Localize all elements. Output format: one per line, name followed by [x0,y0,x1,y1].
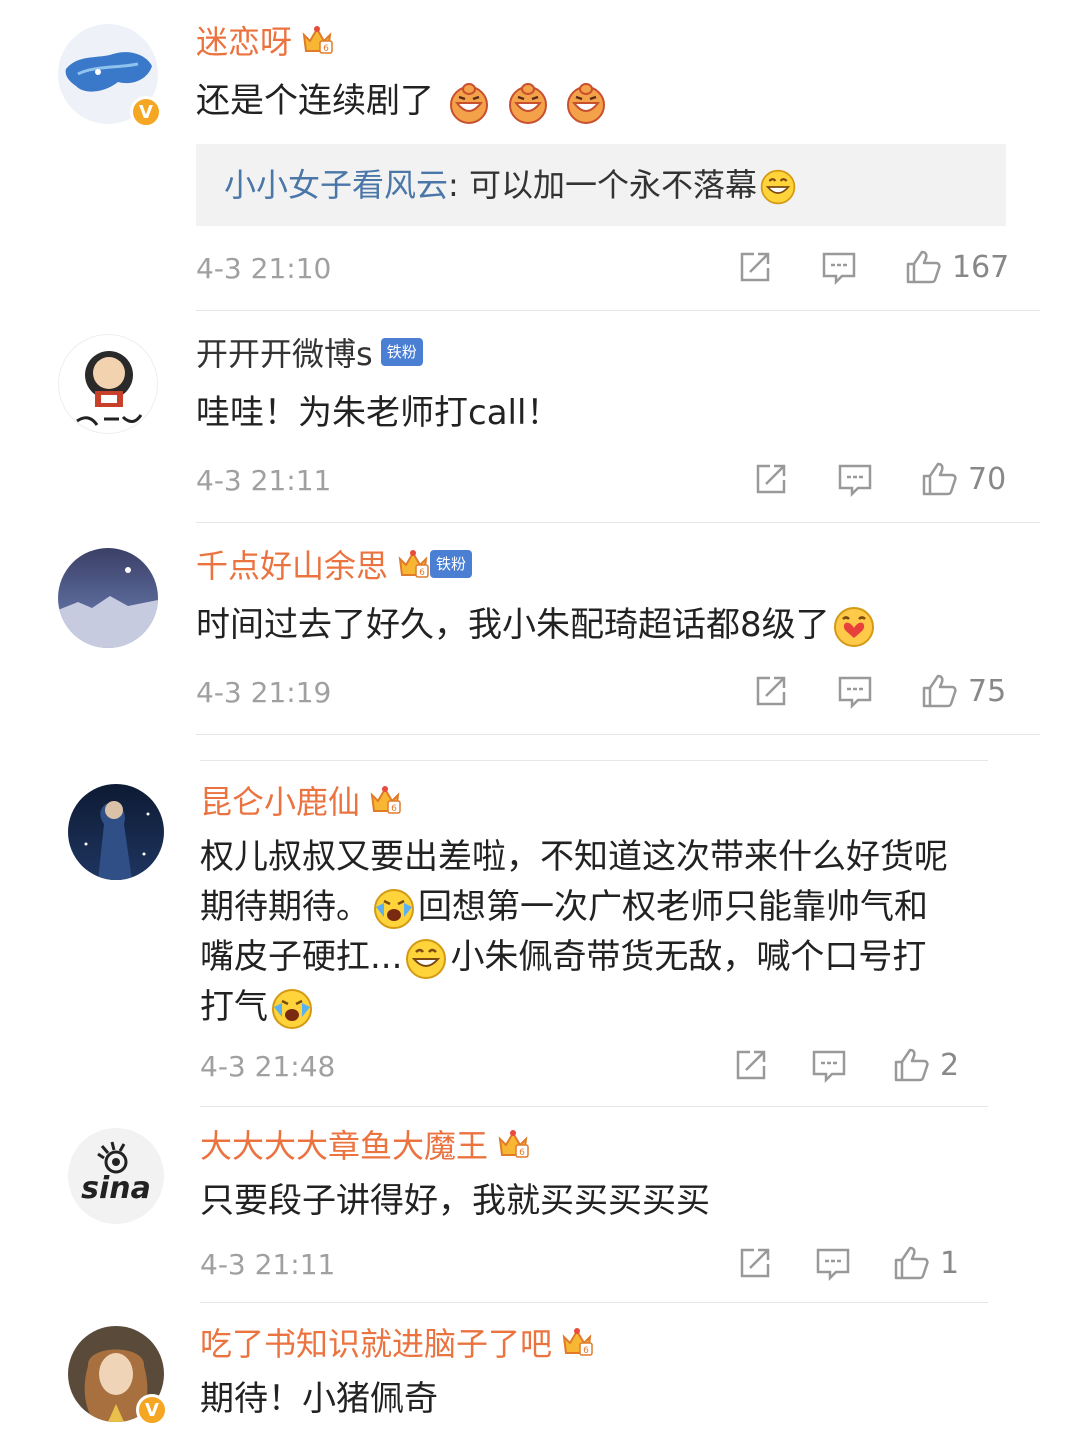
like-icon[interactable] [892,1244,930,1282]
comment-text-line: 嘴皮子硬扛... 小朱佩奇带货无敌，喊个口号打 [200,932,926,982]
sina-logo-text: sina [81,1171,151,1206]
crown-icon [300,23,334,57]
divider [200,760,988,761]
comment-icon[interactable] [814,1244,852,1282]
like-count: 70 [968,461,1007,497]
cry-emoji-icon [270,987,314,1031]
like-count: 167 [952,249,1010,285]
love-emoji-icon [832,605,876,649]
username[interactable]: 开开开微博s [196,329,373,375]
username[interactable]: 吃了书知识就进脑子了吧 [200,1319,552,1365]
avatar[interactable] [58,334,158,434]
fan-badge: 铁粉 [380,338,423,366]
reply-text: : 可以加一个永不落幕 [448,166,757,204]
like-icon[interactable] [920,460,958,498]
like-count: 75 [968,673,1007,709]
reply-box[interactable]: 小小女子看风云: 可以加一个永不落幕 [196,144,1006,226]
comment-text: 只要段子讲得好，我就买买买买买 [200,1181,710,1221]
verified-badge: V [136,1394,168,1426]
reply-username[interactable]: 小小女子看风云 [224,166,448,204]
avatar[interactable] [58,548,158,648]
username[interactable]: 昆仑小鹿仙 [200,777,360,823]
comment-icon[interactable] [820,248,858,286]
like-icon[interactable] [920,672,958,710]
comment-text-line: 期待期待。 回想第一次广权老师只能靠帅气和 [200,882,928,932]
crown-icon [368,783,402,817]
comment-text: 哇哇！为朱老师打call！ [196,393,561,433]
fan-badge: 铁粉 [430,550,473,578]
like-count: 2 [940,1047,960,1083]
like-icon[interactable] [904,248,942,286]
divider [196,734,1040,735]
avatar[interactable]: sina [68,1128,164,1224]
timestamp: 4-3 21:11 [200,1248,336,1281]
comment-icon[interactable] [836,672,874,710]
username[interactable]: 迷恋呀 [196,17,292,63]
crown-icon [496,1127,530,1161]
crown-icon [560,1325,594,1359]
like-count: 1 [940,1245,960,1281]
crown-icon [396,547,430,581]
share-icon[interactable] [732,1046,770,1084]
divider [196,522,1040,523]
comment-text-line: 打气 [200,982,316,1032]
avatar[interactable] [68,784,164,880]
comment-text: 期待！小猪佩奇 [200,1379,438,1419]
share-icon[interactable] [736,1244,774,1282]
grin-emoji-icon [404,937,448,981]
username[interactable]: 大大大大章鱼大魔王 [200,1121,488,1167]
share-icon[interactable] [736,248,774,286]
comment-text: 还是个连续剧了 [196,76,610,126]
laugh-emoji-icon [506,81,550,125]
divider [196,310,1040,311]
timestamp: 4-3 21:10 [196,252,332,285]
divider [200,1106,988,1107]
timestamp: 4-3 21:11 [196,464,332,497]
timestamp: 4-3 21:48 [200,1050,336,1083]
like-icon[interactable] [892,1046,930,1084]
timestamp: 4-3 21:19 [196,676,332,709]
divider [200,1302,988,1303]
share-icon[interactable] [752,460,790,498]
comment-icon[interactable] [810,1046,848,1084]
verified-badge: V [130,96,162,128]
grin-emoji-icon [759,168,797,206]
comment-text-line: 权儿叔叔又要出差啦，不知道这次带来什么好货呢 [200,837,948,877]
laugh-emoji-icon [564,81,608,125]
share-icon[interactable] [752,672,790,710]
comment-icon[interactable] [836,460,874,498]
comment-text: 时间过去了好久，我小朱配琦超话都8级了 [196,600,878,650]
username[interactable]: 千点好山余思 [196,541,388,587]
laugh-emoji-icon [447,81,491,125]
cry-emoji-icon [372,887,416,931]
